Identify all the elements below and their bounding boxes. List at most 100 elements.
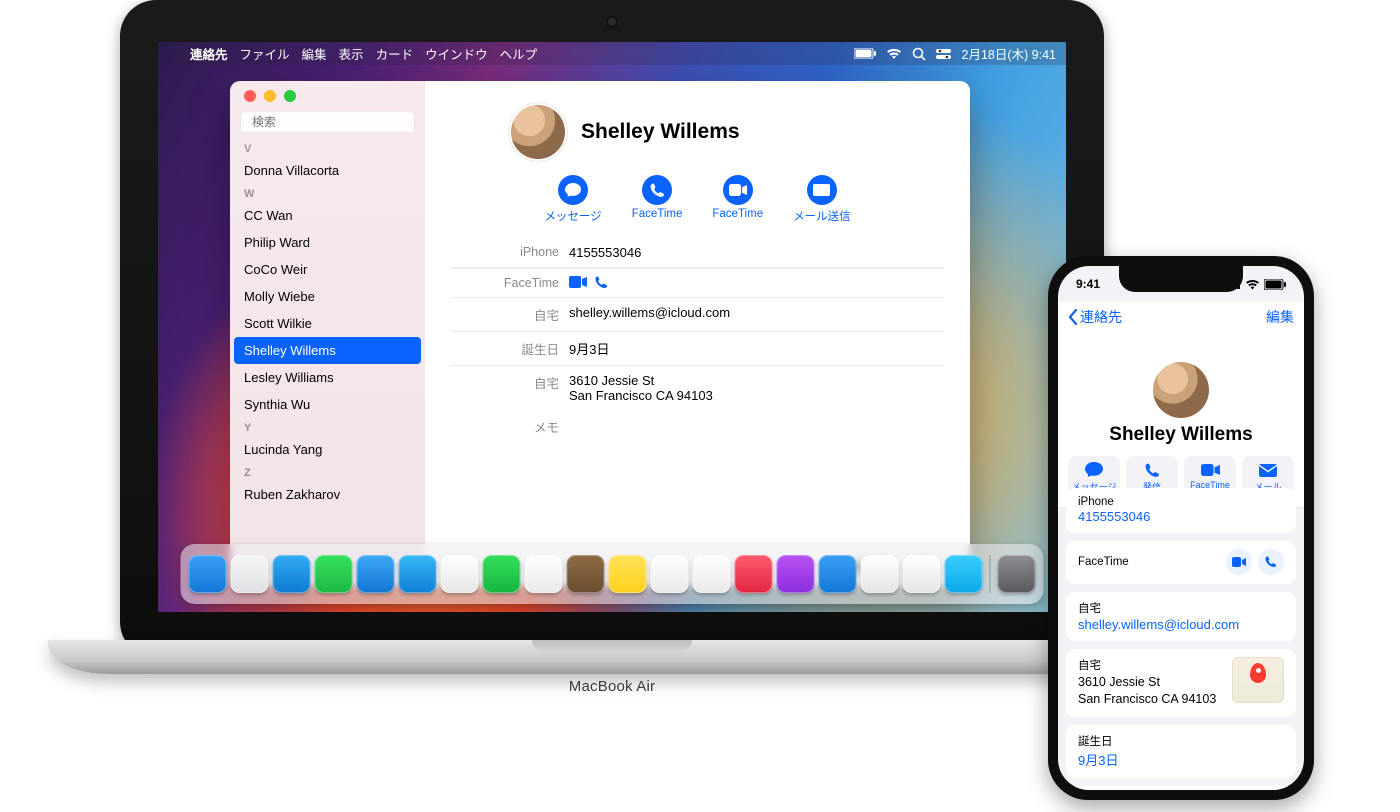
contact-row[interactable]: Scott Wilkie — [230, 310, 425, 337]
video-icon[interactable] — [569, 276, 587, 288]
contact-avatar[interactable] — [1153, 362, 1209, 418]
facetime-audio-button[interactable] — [1258, 549, 1284, 575]
menubar-item[interactable]: 表示 — [339, 48, 364, 62]
message-icon — [558, 175, 588, 205]
action-mail[interactable]: メール送信 — [793, 175, 851, 224]
contact-row[interactable]: Shelley Willems — [234, 337, 421, 364]
facetime-video-button[interactable] — [1226, 549, 1252, 575]
dock-app[interactable] — [189, 555, 227, 593]
contact-row[interactable]: Lucinda Yang — [230, 436, 425, 463]
contact-name: Shelley Willems — [581, 120, 740, 144]
field-phone[interactable]: iPhone 4155553046 — [451, 238, 944, 268]
dock-app[interactable] — [651, 555, 689, 593]
macbook-air: 連絡先 ファイル編集表示カードウインドウヘルプ 2月18日(木) 9:41 — [120, 0, 1104, 760]
card-facetime[interactable]: FaceTime — [1066, 541, 1296, 584]
card-birthday[interactable]: 誕生日 9月3日 — [1066, 725, 1296, 778]
menubar-clock[interactable]: 2月18日(木) 9:41 — [962, 44, 1056, 63]
card-address[interactable]: 自宅 3610 Jessie St San Francisco CA 94103 — [1066, 649, 1296, 717]
iphone: 9:41 連絡先 編集 Shelley Willems メッセージ発信FaceT… — [1048, 256, 1314, 800]
battery-icon[interactable] — [854, 48, 876, 59]
menubar-item[interactable]: ファイル — [240, 48, 290, 62]
search-field[interactable] — [240, 111, 415, 133]
close-button[interactable] — [244, 90, 256, 102]
dock-app[interactable] — [693, 555, 731, 593]
contact-row[interactable]: Donna Villacorta — [230, 157, 425, 184]
contact-fields: iPhone 4155553046 FaceTime 自宅 shelley.wi… — [451, 238, 944, 443]
contact-avatar[interactable] — [509, 103, 567, 161]
card-phone[interactable]: iPhone 4155553046 — [1066, 488, 1296, 533]
field-label: 自宅 — [451, 305, 569, 324]
card-value: shelley.willems@icloud.com — [1078, 617, 1284, 632]
dock-app[interactable] — [231, 555, 269, 593]
iphone-contact-header: 連絡先 編集 Shelley Willems メッセージ発信FaceTimeメー… — [1058, 302, 1304, 508]
dock-app[interactable] — [399, 555, 437, 593]
dock-app[interactable] — [777, 555, 815, 593]
field-birthday[interactable]: 誕生日 9月3日 — [451, 331, 944, 365]
card-email[interactable]: 自宅 shelley.willems@icloud.com — [1066, 592, 1296, 641]
menubar-app-name[interactable]: 連絡先 — [190, 44, 228, 63]
facetime-icons[interactable] — [569, 276, 944, 289]
contact-row[interactable]: CC Wan — [230, 202, 425, 229]
map-thumbnail[interactable] — [1232, 657, 1284, 703]
action-message[interactable]: メッセージ — [544, 175, 601, 224]
edit-button[interactable]: 編集 — [1266, 307, 1294, 327]
iphone-contact-body[interactable]: iPhone 4155553046 FaceTime 自宅 shelley.wi… — [1058, 480, 1304, 790]
dock-app[interactable] — [357, 555, 395, 593]
contact-row[interactable]: Philip Ward — [230, 229, 425, 256]
spotlight-icon[interactable] — [912, 47, 926, 61]
contact-row[interactable]: Molly Wiebe — [230, 283, 425, 310]
contacts-list[interactable]: VDonna VillacortaWCC WanPhilip WardCoCo … — [230, 139, 425, 586]
wifi-icon[interactable] — [886, 48, 902, 60]
menubar-item[interactable]: カード — [376, 48, 414, 62]
dock-app[interactable] — [735, 555, 773, 593]
menubar-item[interactable]: ヘルプ — [500, 48, 538, 62]
zoom-button[interactable] — [284, 90, 296, 102]
dock-app[interactable] — [273, 555, 311, 593]
dock[interactable] — [181, 544, 1044, 604]
contact-row[interactable]: CoCo Weir — [230, 256, 425, 283]
dock-app[interactable] — [903, 555, 941, 593]
dock-app[interactable] — [525, 555, 563, 593]
iphone-notch — [1119, 266, 1243, 292]
menubar-item[interactable]: 編集 — [302, 48, 327, 62]
dock-app[interactable] — [441, 555, 479, 593]
back-button[interactable]: 連絡先 — [1068, 307, 1122, 327]
minimize-button[interactable] — [264, 90, 276, 102]
wifi-icon — [1245, 279, 1260, 290]
card-label: 自宅 — [1078, 657, 1224, 673]
card-memo[interactable]: メモ — [1066, 786, 1296, 790]
dock-app[interactable] — [945, 555, 983, 593]
message-icon — [1085, 461, 1103, 479]
field-address[interactable]: 自宅 3610 Jessie St San Francisco CA 94103 — [451, 365, 944, 410]
section-letter: Y — [230, 418, 425, 436]
dock-app[interactable] — [567, 555, 605, 593]
contact-row[interactable]: Lesley Williams — [230, 364, 425, 391]
field-memo[interactable]: メモ — [451, 410, 944, 443]
chevron-left-icon — [1068, 309, 1078, 325]
contact-row[interactable]: Ruben Zakharov — [230, 481, 425, 508]
menubar-item[interactable]: ウインドウ — [425, 48, 488, 62]
macbook-label: MacBook Air — [120, 678, 1104, 695]
window-traffic-lights — [230, 81, 425, 111]
dock-app[interactable] — [819, 555, 857, 593]
field-label: iPhone — [451, 245, 569, 259]
contact-row[interactable]: Synthia Wu — [230, 391, 425, 418]
dock-app[interactable] — [483, 555, 521, 593]
card-value: 9月3日 — [1078, 750, 1284, 769]
action-video[interactable]: FaceTime — [712, 175, 763, 224]
control-center-icon[interactable] — [936, 49, 951, 59]
dock-app[interactable] — [315, 555, 353, 593]
card-value: 3610 Jessie St San Francisco CA 94103 — [1078, 674, 1224, 708]
contacts-window: VDonna VillacortaWCC WanPhilip WardCoCo … — [230, 81, 970, 586]
field-facetime[interactable]: FaceTime — [451, 268, 944, 297]
phone-icon[interactable] — [595, 276, 608, 289]
dock-app[interactable] — [998, 555, 1036, 593]
search-input[interactable] — [250, 114, 409, 130]
dock-app[interactable] — [861, 555, 899, 593]
card-label: FaceTime — [1078, 556, 1226, 568]
card-value: 4155553046 — [1078, 509, 1284, 524]
field-label: 自宅 — [451, 373, 569, 392]
dock-app[interactable] — [609, 555, 647, 593]
action-call[interactable]: FaceTime — [632, 175, 683, 224]
field-email[interactable]: 自宅 shelley.willems@icloud.com — [451, 297, 944, 331]
